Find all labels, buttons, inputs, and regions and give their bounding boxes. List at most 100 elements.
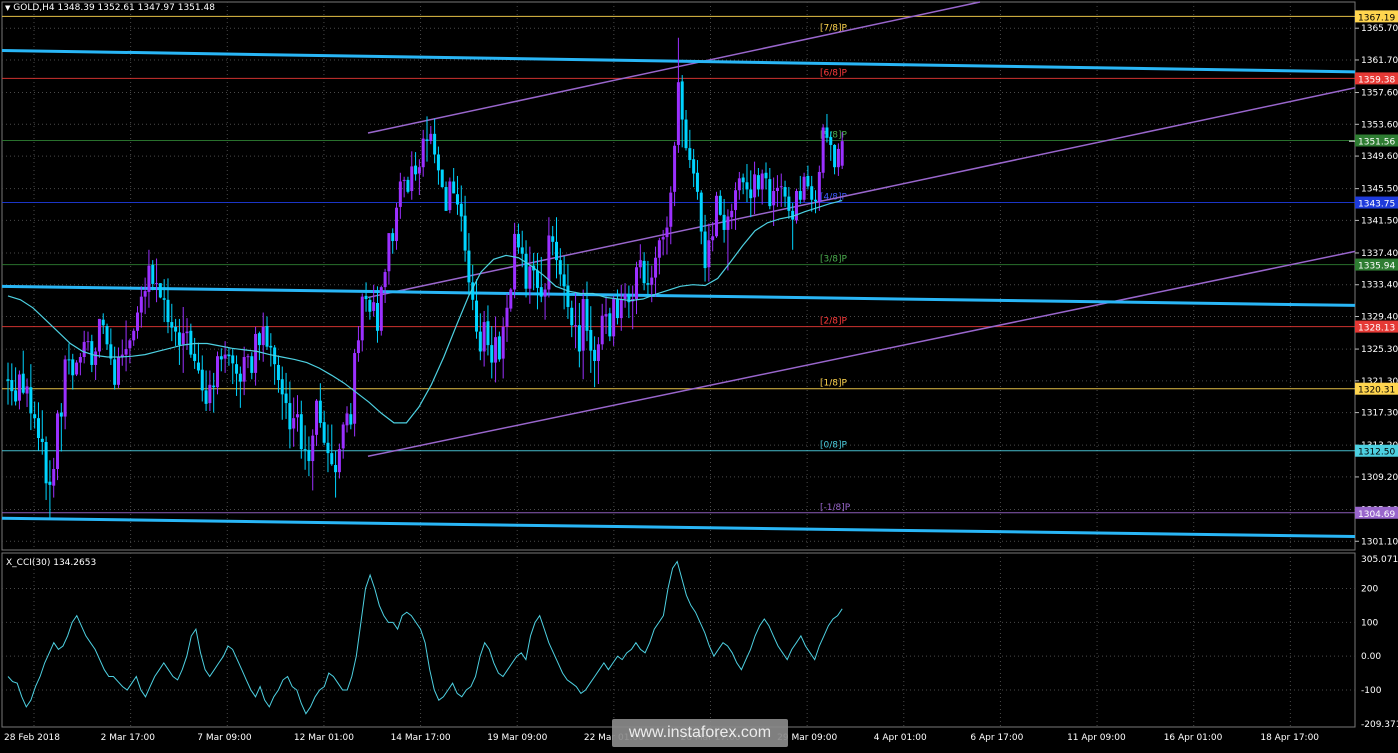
candle [734, 182, 738, 230]
candle-body [459, 203, 463, 217]
candle [467, 233, 471, 296]
cci-line [7, 560, 843, 715]
candle-body [798, 191, 802, 200]
candle-body [574, 325, 578, 327]
candle-body [665, 227, 669, 238]
candle-body [829, 137, 833, 145]
candle-body [372, 302, 376, 311]
candle [6, 362, 10, 405]
candle [29, 364, 33, 431]
chart-window[interactable]: 1365.70 1361.70 1357.60 1353.60 1349.60 1345.… [0, 0, 1398, 749]
chart-canvas[interactable]: 1365.70 1361.70 1357.60 1353.60 1349.60 1345.… [0, 0, 1398, 749]
candle-body [330, 453, 334, 465]
candle [619, 284, 623, 331]
candle-body [212, 385, 216, 388]
candle-body [699, 192, 703, 232]
candle [292, 397, 296, 447]
candle [657, 237, 661, 275]
candle-body [21, 373, 25, 393]
candle [189, 323, 193, 358]
candle [581, 289, 585, 380]
price-tick-label: 1337.40 [1361, 249, 1398, 259]
date-tick-label: 12 Mar 01:00 [294, 733, 354, 743]
cci-scale-label: 200 [1361, 585, 1378, 595]
candle [395, 202, 399, 250]
candle-body [364, 295, 368, 300]
candle [543, 283, 547, 320]
candle-body [82, 341, 86, 358]
candle-body [821, 127, 825, 173]
candle-body [216, 356, 219, 388]
date-tick-label: 11 Apr 09:00 [1067, 733, 1126, 743]
candle-body [604, 314, 608, 317]
candle-body [596, 344, 600, 361]
candle [730, 203, 734, 230]
candle [593, 336, 597, 388]
date-tick-label: 14 Mar 17:00 [391, 733, 451, 743]
candle-body [600, 315, 604, 345]
candle-body [734, 190, 738, 211]
candle-body [516, 233, 520, 248]
candle [174, 318, 178, 346]
candle [261, 312, 265, 362]
candle [627, 285, 631, 319]
candle [448, 177, 452, 214]
candle-body [44, 441, 48, 484]
candle-body [558, 260, 562, 275]
candle-body [254, 333, 258, 373]
candle-body [463, 215, 467, 251]
candle-body [410, 166, 414, 192]
candle [555, 217, 559, 279]
candle [654, 246, 658, 297]
cci-scale-label: -100 [1361, 686, 1382, 696]
price-tick-label: 1365.70 [1361, 24, 1398, 34]
candle-body [794, 191, 798, 221]
date-tick-label: 28 Feb 2018 [4, 733, 60, 743]
candle [295, 395, 299, 432]
candle [52, 457, 56, 498]
candle [577, 303, 581, 368]
price-tick-label: 1309.20 [1361, 473, 1398, 483]
candle [794, 188, 798, 224]
candle-body [33, 414, 37, 419]
candle-body [334, 465, 338, 473]
candle [158, 283, 162, 299]
candle-body [75, 362, 79, 375]
murrey-price-tag-label: 1367.19 [1358, 13, 1395, 23]
candle-body [741, 177, 745, 183]
candle-body [223, 354, 227, 359]
candle-body [490, 345, 494, 363]
candle-body [806, 175, 810, 187]
candle-body [612, 299, 616, 337]
candle-body [231, 355, 235, 364]
candle [833, 144, 837, 175]
price-tick-label: 1333.40 [1361, 281, 1398, 291]
menu-triangle-icon[interactable]: ▼ [5, 4, 10, 12]
candle-body [360, 296, 364, 341]
candle [311, 429, 315, 491]
candle [455, 175, 459, 215]
candle-body [166, 299, 170, 323]
candle-body [94, 351, 98, 365]
candle [600, 303, 604, 350]
candle [665, 216, 669, 255]
candle-body [810, 186, 814, 200]
candle [67, 343, 71, 375]
candle [486, 305, 490, 356]
candle-body [745, 182, 749, 190]
candle [56, 410, 60, 481]
candle [490, 326, 494, 379]
murrey-price-tag-label: 1343.75 [1358, 200, 1395, 210]
candle [756, 167, 760, 197]
candle [638, 244, 642, 279]
candle-body [116, 357, 120, 385]
candle-body [840, 141, 844, 166]
symbol-ohlc-label: GOLD,H4 1348.39 1352.61 1347.97 1351.48 [13, 3, 215, 13]
candle [238, 366, 242, 408]
candle-body [345, 413, 349, 426]
candle-body [619, 299, 623, 319]
candle-body [783, 187, 787, 197]
candle-body [219, 356, 223, 360]
candle [516, 223, 520, 254]
candle [315, 399, 319, 446]
